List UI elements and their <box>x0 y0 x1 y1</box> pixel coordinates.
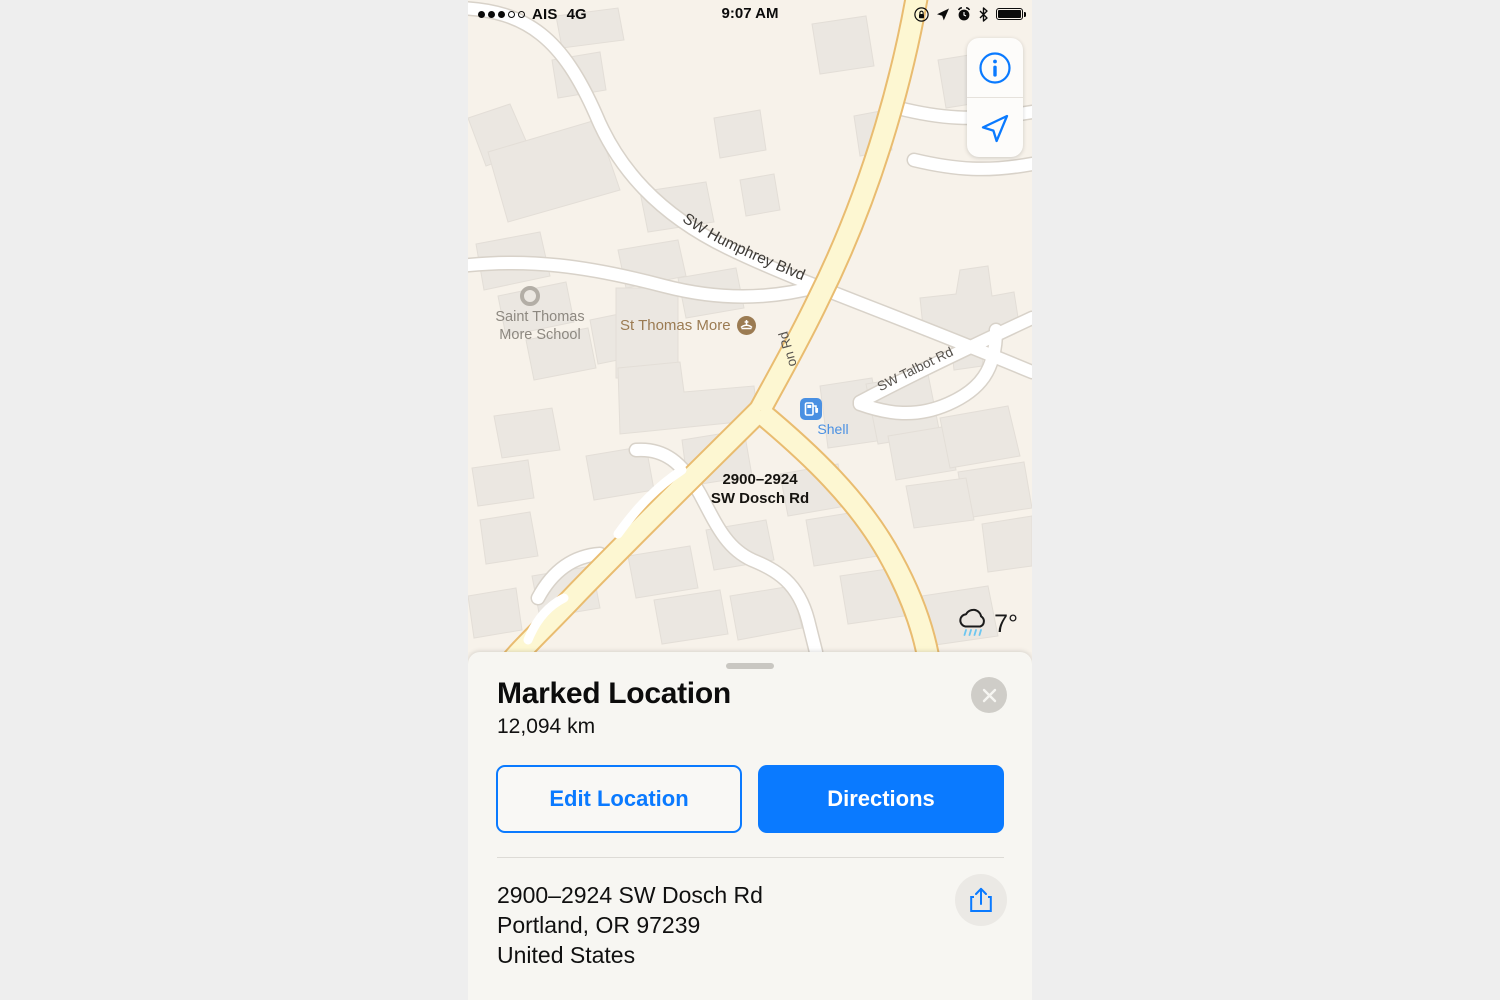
rain-cloud-icon <box>959 608 985 636</box>
close-icon <box>982 688 996 702</box>
map-vector: SW Humphrey Blvd SW Talbot Rd on Rd <box>468 0 1032 652</box>
bluetooth-icon <box>979 6 988 22</box>
sheet-drag-handle[interactable] <box>726 663 774 669</box>
status-bar: AIS 4G 9:07 AM <box>468 0 1032 28</box>
share-button[interactable] <box>955 874 1007 926</box>
alarm-clock-icon <box>957 7 971 21</box>
status-bar-right <box>914 0 1027 28</box>
map-controls <box>967 38 1023 157</box>
screenshot-root: SW Humphrey Blvd SW Talbot Rd on Rd Sain… <box>0 0 1500 1000</box>
address-line-3: United States <box>497 942 636 968</box>
weather-widget[interactable]: 7° <box>956 608 1018 640</box>
address-block[interactable]: 2900–2924 SW Dosch Rd Portland, OR 97239… <box>497 880 763 970</box>
share-icon <box>970 887 992 912</box>
phone-viewport: SW Humphrey Blvd SW Talbot Rd on Rd Sain… <box>468 0 1032 1000</box>
action-buttons: Edit Location Directions <box>496 765 1004 833</box>
address-line-1: 2900–2924 SW Dosch Rd <box>497 882 763 908</box>
location-arrow-icon <box>981 114 1009 142</box>
close-button[interactable] <box>971 677 1007 713</box>
map-locate-button[interactable] <box>967 97 1023 157</box>
map-canvas[interactable]: SW Humphrey Blvd SW Talbot Rd on Rd Sain… <box>468 0 1032 652</box>
weather-temperature: 7° <box>994 609 1018 638</box>
battery-icon <box>996 8 1027 20</box>
map-info-button[interactable] <box>967 38 1023 97</box>
location-arrow-icon <box>937 8 949 21</box>
info-circle-icon <box>979 51 1011 84</box>
page-title: Marked Location <box>497 677 731 710</box>
place-card-sheet: Marked Location 12,094 km Edit Location … <box>468 652 1032 1000</box>
rotation-lock-icon <box>914 6 929 22</box>
section-divider <box>497 857 1004 858</box>
directions-button[interactable]: Directions <box>758 765 1004 833</box>
address-line-2: Portland, OR 97239 <box>497 912 701 938</box>
distance-label: 12,094 km <box>497 715 596 738</box>
edit-location-button[interactable]: Edit Location <box>496 765 742 833</box>
